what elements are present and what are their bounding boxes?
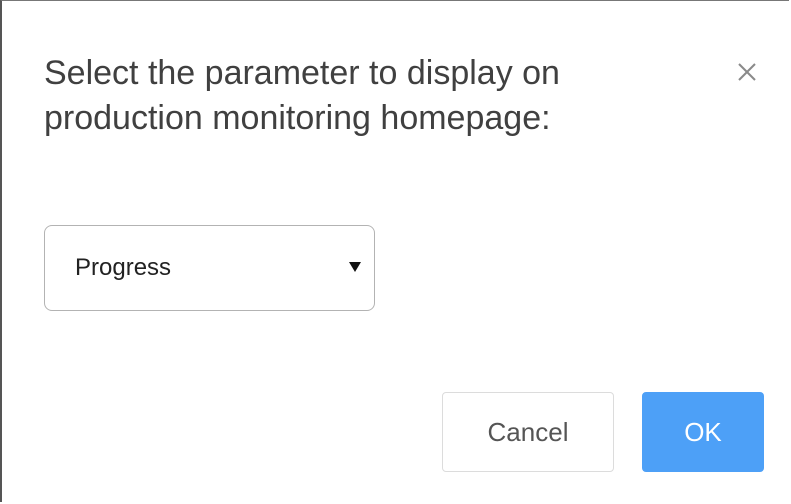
ok-button[interactable]: OK bbox=[642, 392, 764, 472]
dialog-title: Select the parameter to display on produ… bbox=[44, 54, 560, 137]
cancel-button[interactable]: Cancel bbox=[442, 392, 614, 472]
close-button[interactable] bbox=[730, 55, 764, 89]
close-icon bbox=[738, 63, 756, 81]
parameter-select-dialog: Select the parameter to display on produ… bbox=[0, 0, 789, 502]
caret-down-icon bbox=[349, 262, 361, 272]
selected-parameter: Progress bbox=[75, 254, 172, 281]
parameter-select[interactable]: Progress bbox=[44, 225, 375, 311]
